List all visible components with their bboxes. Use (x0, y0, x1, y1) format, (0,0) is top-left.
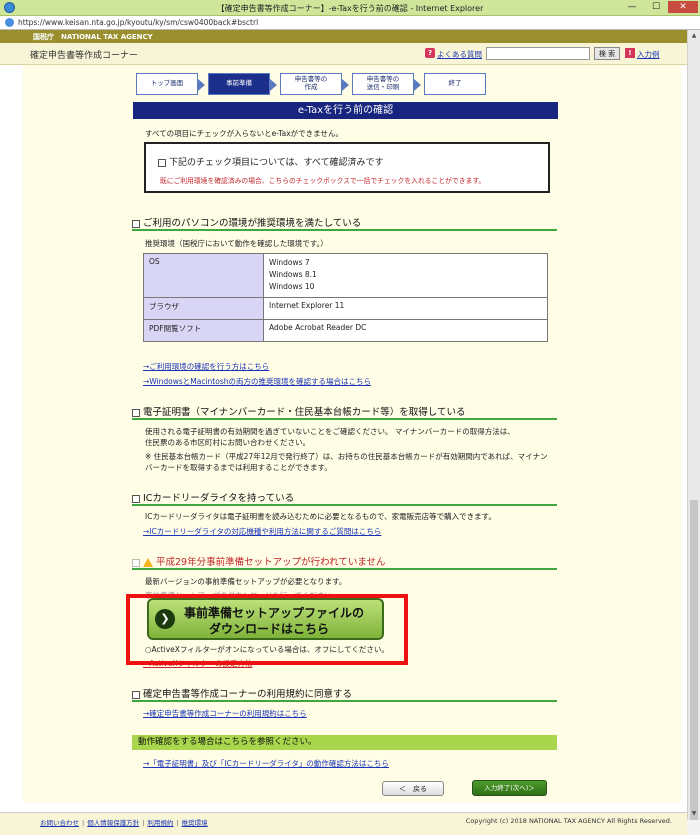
env-checkbox[interactable] (132, 219, 140, 228)
maximize-button[interactable]: ☐ (645, 1, 667, 13)
env-value-os: Windows 7 Windows 8.1 Windows 10 (263, 253, 548, 298)
cert-text-2b: バーカードを取得するまでは利用することができます。 (145, 463, 332, 472)
env-key-pdf: PDF閲覧ソフト (143, 319, 264, 342)
cert-text-1a: 使用される電子証明書の有効期間を過ぎていないことをご確認ください。 マイナンバー… (145, 427, 515, 436)
close-button[interactable]: ✕ (668, 1, 698, 13)
check-all-checkbox[interactable] (158, 158, 166, 167)
site-header: 確定申告書等作成コーナー ? よくある質問 検 索 ! 入力例 (0, 43, 687, 65)
ic-heading[interactable]: ICカードリーダライタを持っている (132, 490, 294, 504)
search-input[interactable] (486, 47, 590, 60)
next-button[interactable]: 入力終了(次へ)＞ (472, 780, 547, 796)
ic-checkbox[interactable] (132, 494, 140, 503)
env-key-browser: ブラウザ (143, 297, 264, 320)
minimize-button[interactable]: — (621, 1, 643, 13)
env-check-link[interactable]: →ご利用環境の確認を行う方はこちら (143, 361, 269, 372)
search-button[interactable]: 検 索 (594, 47, 620, 60)
step-top: トップ画面 (136, 73, 205, 95)
vertical-scrollbar[interactable]: ▲ ▼ (687, 30, 700, 820)
env-heading[interactable]: ご利用のパソコンの環境が推奨環境を満たしている (132, 215, 361, 229)
divider (132, 700, 557, 702)
cert-text-1b: 住民票のある市区町村にお問い合わせください。 (145, 438, 310, 447)
faq-link[interactable]: よくある質問 (437, 49, 482, 60)
ic-faq-link[interactable]: →ICカードリーダライタの対応機種や利用方法に関するご質問はこちら (143, 526, 381, 537)
scroll-up-icon[interactable]: ▲ (688, 30, 700, 42)
divider (132, 418, 557, 420)
corner-name: 確定申告書等作成コーナー (30, 51, 139, 61)
check-guide-bar: 動作確認をする場合はこちらを参照ください。 (132, 735, 557, 750)
setup-desc: 最新バージョンの事前準備セットアップが必要となります。 (145, 577, 347, 586)
address-url[interactable]: https://www.keisan.nta.go.jp/kyoutu/ky/s… (18, 18, 258, 27)
step-create: 申告書等の 作成 (280, 73, 349, 95)
footer-link-terms[interactable]: 利用規約 (147, 819, 173, 827)
footer-link-privacy[interactable]: 個人情報保護方針 (87, 819, 139, 827)
terms-link[interactable]: →確定申告書等作成コーナーの利用規約はこちら (143, 708, 307, 719)
terms-heading[interactable]: 確定申告書等作成コーナーの利用規約に同意する (132, 686, 352, 700)
input-example-link[interactable]: 入力例 (637, 49, 660, 60)
table-row: PDF閲覧ソフト Adobe Acrobat Reader DC (143, 319, 548, 342)
window-title: 【確定申告書等作成コーナー】-e-Taxを行う前の確認 - Internet E… (216, 4, 484, 13)
footer-links: お問い合わせ | 個人情報保護方針 | 利用規約 | 推奨環境 (40, 819, 208, 827)
warning-icon (143, 558, 153, 567)
page-title: e-Taxを行う前の確認 (133, 102, 558, 119)
env-both-link[interactable]: →WindowsとMacintoshの両方の推奨環境を確認する場合はこちら (143, 376, 371, 387)
check-all-box: 下記のチェック項目については、すべて確認済みです 既にご利用環境を確認済みの場合… (144, 142, 550, 193)
table-row: OS Windows 7 Windows 8.1 Windows 10 (143, 253, 548, 298)
input-example-icon: ! (625, 48, 635, 58)
check-guide-link[interactable]: →「電子証明書」及び「ICカードリーダライタ」の動作確認方法はこちら (143, 758, 389, 769)
env-table: OS Windows 7 Windows 8.1 Windows 10 ブラウザ I… (143, 253, 548, 342)
check-all-label: 下記のチェック項目については、すべて確認済みです (169, 158, 384, 168)
footer-link-contact[interactable]: お問い合わせ (40, 819, 79, 827)
check-all-row[interactable]: 下記のチェック項目については、すべて確認済みです (158, 155, 384, 168)
divider (132, 568, 557, 570)
env-key-os: OS (143, 253, 264, 298)
divider (132, 504, 557, 506)
intro-text: すべての項目にチェックが入らないとe-Taxができません。 (145, 129, 343, 138)
setup-heading: 平成29年分事前準備セットアップが行われていません (132, 554, 386, 568)
env-desc: 推奨環境（国税庁において動作を確認した環境です。） (145, 239, 328, 248)
footer: お問い合わせ | 個人情報保護方針 | 利用規約 | 推奨環境 Copyright (c) … (0, 812, 687, 835)
copyright: Copyright (c) 2018 NATIONAL TAX AGENCY A… (465, 817, 672, 825)
agency-name: 国税庁 NATIONAL TAX AGENCY (33, 33, 153, 41)
site-icon (5, 18, 14, 27)
scroll-down-icon[interactable]: ▼ (688, 808, 700, 820)
cert-heading[interactable]: 電子証明書（マイナンバーカード・住民基本台帳カード等）を取得している (132, 404, 466, 418)
cert-text-2a: ※ 住民基本台帳カード（平成27年12月で発行終了）は、お持ちの住民基本台帳カー… (145, 452, 548, 461)
env-value-browser: Internet Explorer 11 (263, 297, 548, 320)
terms-checkbox[interactable] (132, 690, 140, 699)
agency-bar: 国税庁 NATIONAL TAX AGENCY (0, 30, 687, 43)
env-value-pdf: Adobe Acrobat Reader DC (263, 319, 548, 342)
step-send-print: 申告書等の 送信・印刷 (352, 73, 421, 95)
highlight-frame (126, 594, 408, 665)
question-icon: ? (425, 48, 435, 58)
divider (132, 229, 557, 231)
back-button[interactable]: ＜ 戻る (382, 781, 444, 796)
address-bar[interactable]: https://www.keisan.nta.go.jp/kyoutu/ky/s… (0, 16, 700, 30)
ic-desc: ICカードリーダライタは電子証明書を読み込むために必要となるもので、家電販売店等… (145, 512, 496, 521)
scrollbar-thumb[interactable] (690, 500, 698, 820)
table-row: ブラウザ Internet Explorer 11 (143, 297, 548, 320)
window-titlebar: 【確定申告書等作成コーナー】-e-Taxを行う前の確認 - Internet E… (0, 0, 700, 16)
footer-link-environment[interactable]: 推奨環境 (182, 819, 208, 827)
check-all-hint: 既にご利用環境を確認済みの場合、こちらのチェックボックスで一括でチェックを入れる… (160, 177, 486, 185)
cert-checkbox[interactable] (132, 408, 140, 417)
step-end: 終了 (424, 73, 486, 95)
setup-checkbox (132, 558, 140, 567)
step-preparation: 事前準備 (208, 73, 277, 95)
